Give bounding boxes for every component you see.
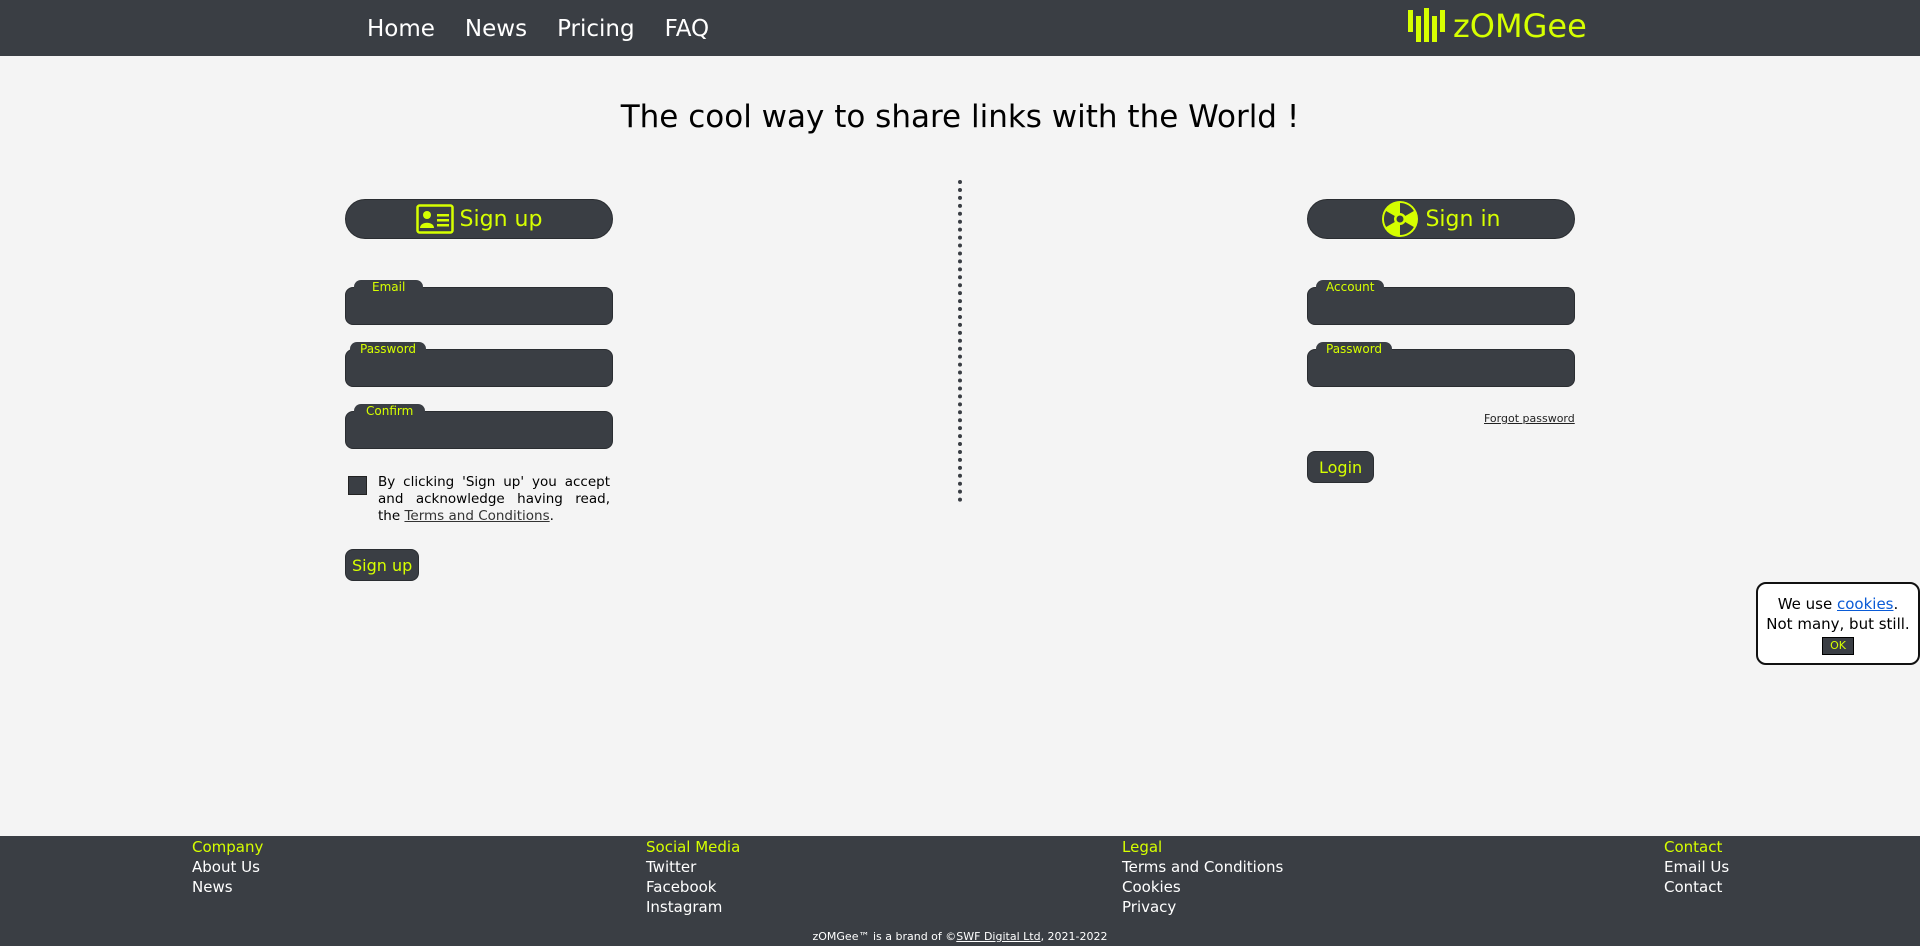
forgot-password-link[interactable]: Forgot password bbox=[1484, 412, 1575, 425]
footer-link-news[interactable]: News bbox=[192, 877, 263, 897]
account-label: Account bbox=[1316, 280, 1385, 294]
signin-header: Sign in bbox=[1307, 199, 1575, 239]
footer-contact-column: Contact Email Us Contact bbox=[1664, 836, 1729, 897]
column-divider bbox=[958, 180, 962, 502]
cookie-line-2: Not many, but still. bbox=[1766, 615, 1910, 633]
password-label: Password bbox=[350, 342, 427, 356]
copyright-company-link[interactable]: SWF Digital Ltd bbox=[956, 930, 1040, 943]
footer-contact-title: Contact bbox=[1664, 838, 1723, 856]
footer-link-instagram[interactable]: Instagram bbox=[646, 897, 740, 917]
copyright-prefix: zOMGee™ is a brand of © bbox=[812, 930, 957, 943]
signup-email-field: Email bbox=[345, 280, 613, 325]
cookies-link[interactable]: cookies bbox=[1837, 595, 1894, 613]
signup-confirm-field: Confirm bbox=[345, 404, 613, 449]
signup-header: Sign up bbox=[345, 199, 613, 239]
copyright-suffix: , 2021-2022 bbox=[1040, 930, 1108, 943]
brand-logo[interactable]: zOMGee bbox=[1407, 6, 1587, 46]
footer-legal-column: Legal Terms and Conditions Cookies Priva… bbox=[1122, 836, 1283, 917]
terms-link[interactable]: Terms and Conditions bbox=[404, 508, 549, 524]
login-button[interactable]: Login bbox=[1307, 451, 1375, 483]
footer-link-privacy[interactable]: Privacy bbox=[1122, 897, 1283, 917]
footer-social-column: Social Media Twitter Facebook Instagram bbox=[646, 836, 740, 917]
signup-title: Sign up bbox=[459, 206, 543, 232]
cookie-suffix: . bbox=[1893, 595, 1899, 613]
main-nav: Home News Pricing FAQ bbox=[367, 14, 709, 44]
footer-link-twitter[interactable]: Twitter bbox=[646, 857, 740, 877]
footer-company-title: Company bbox=[192, 838, 264, 856]
signin-account-field: Account bbox=[1307, 280, 1575, 325]
cookie-ok-button[interactable]: OK bbox=[1822, 637, 1854, 655]
cookie-prefix: We use bbox=[1777, 595, 1833, 613]
radiation-icon bbox=[1382, 201, 1419, 237]
nav-pricing-link[interactable]: Pricing bbox=[557, 14, 635, 44]
page-headline: The cool way to share links with the Wor… bbox=[620, 99, 1300, 135]
top-navbar: Home News Pricing FAQ zOMGee bbox=[0, 0, 1920, 56]
cookie-line-1: We use cookies. bbox=[1758, 594, 1918, 614]
footer-link-facebook[interactable]: Facebook bbox=[646, 877, 740, 897]
footer-link-terms[interactable]: Terms and Conditions bbox=[1122, 857, 1283, 877]
footer-legal-title: Legal bbox=[1122, 838, 1163, 856]
footer-link-email-us[interactable]: Email Us bbox=[1664, 857, 1729, 877]
copyright-text: zOMGee™ is a brand of ©SWF Digital Ltd, … bbox=[0, 930, 1920, 944]
signup-button[interactable]: Sign up bbox=[345, 549, 420, 581]
bars-logo-icon bbox=[1408, 8, 1445, 42]
confirm-label: Confirm bbox=[354, 404, 426, 418]
terms-checkbox[interactable] bbox=[348, 476, 367, 495]
footer-link-contact[interactable]: Contact bbox=[1664, 877, 1729, 897]
id-card-icon bbox=[415, 204, 454, 234]
cookie-notice: We use cookies. Not many, but still. OK bbox=[1756, 582, 1920, 665]
signin-title: Sign in bbox=[1425, 206, 1501, 232]
footer-link-cookies[interactable]: Cookies bbox=[1122, 877, 1283, 897]
nav-news-link[interactable]: News bbox=[465, 14, 527, 44]
brand-logo-text: zOMGee bbox=[1453, 7, 1587, 45]
footer-company-column: Company About Us News bbox=[192, 836, 263, 897]
terms-text: By clicking 'Sign up' you accept and ack… bbox=[378, 474, 610, 525]
signup-password-field: Password bbox=[345, 342, 613, 387]
footer-social-title: Social Media bbox=[646, 838, 741, 856]
terms-suffix: . bbox=[549, 508, 554, 524]
signin-password-field: Password bbox=[1307, 342, 1575, 387]
footer-link-about-us[interactable]: About Us bbox=[192, 857, 263, 877]
password-label: Password bbox=[1316, 342, 1393, 356]
nav-home-link[interactable]: Home bbox=[367, 14, 435, 44]
nav-faq-link[interactable]: FAQ bbox=[665, 14, 710, 44]
site-footer: Company About Us News Social Media Twitt… bbox=[0, 836, 1920, 946]
email-label: Email bbox=[354, 280, 424, 294]
